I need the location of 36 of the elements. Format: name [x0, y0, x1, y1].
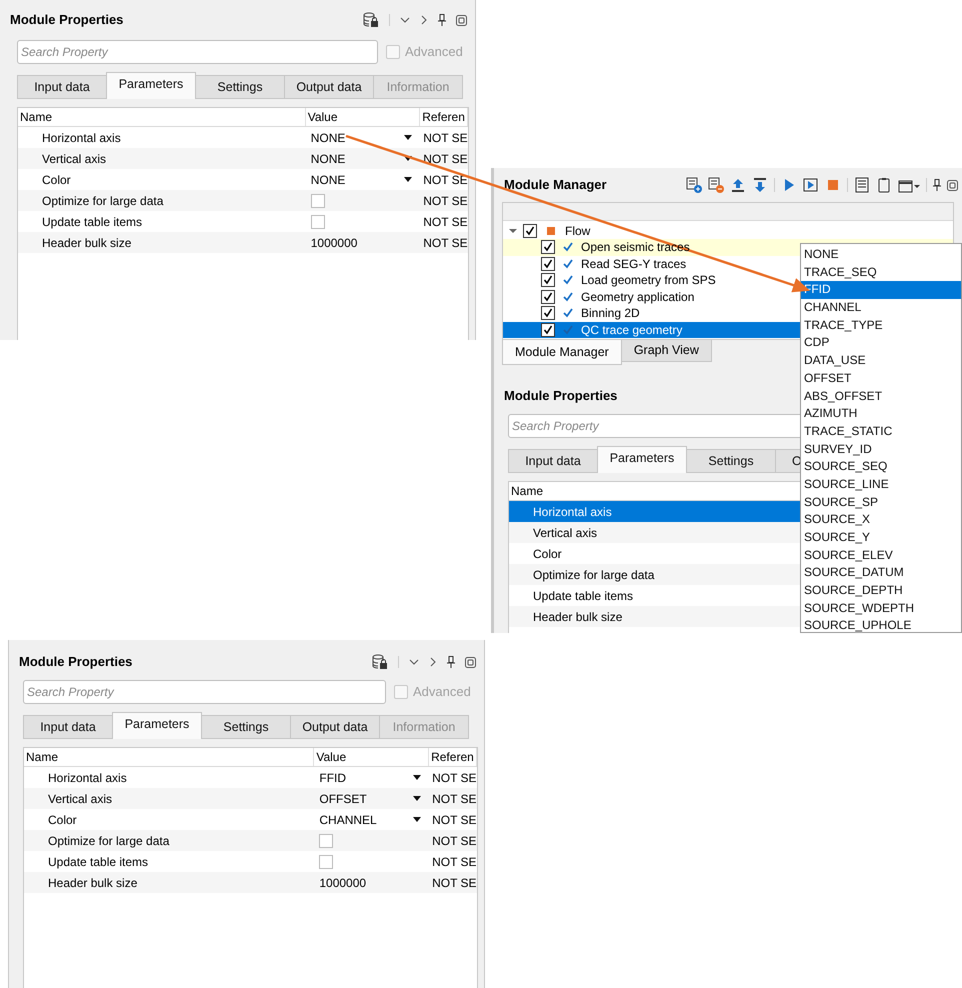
property-value: 1000000 — [310, 234, 358, 252]
property-name: Vertical axis — [42, 152, 106, 166]
panel-title: Module Manager — [504, 176, 607, 194]
property-name: Optimize for large data — [48, 834, 170, 848]
property-name: Color — [42, 172, 71, 186]
property-name: Header bulk size — [533, 610, 622, 624]
property-value: 1000000 — [319, 874, 366, 892]
property-name: Color — [48, 812, 77, 826]
reference-value: NOT SE — [432, 876, 477, 890]
property-name: Horizontal axis — [42, 130, 121, 144]
reference-value: NOT SE — [423, 194, 468, 208]
property-name: Optimize for large data — [42, 194, 164, 208]
panel-title: Module Properties — [10, 11, 124, 30]
property-name: Optimize for large data — [533, 568, 654, 582]
property-name: Horizontal axis — [533, 504, 612, 518]
reference-value: NOT SE — [423, 172, 468, 186]
reference-value: NOT SE — [432, 770, 477, 784]
panel-title: Module Properties — [19, 653, 132, 672]
property-name: Header bulk size — [42, 236, 132, 250]
reference-value: NOT SE — [423, 214, 468, 228]
property-name: Update table items — [533, 588, 634, 602]
reference-value: NOT SE — [423, 236, 468, 250]
reference-value: NOT SE — [423, 152, 468, 166]
property-name: Color — [533, 546, 562, 560]
reference-value: NOT SE — [423, 130, 468, 144]
panel-title: Module Properties — [504, 387, 618, 406]
reference-value: NOT SE — [432, 834, 477, 848]
property-name: Vertical axis — [533, 526, 598, 540]
reference-value: NOT SE — [432, 812, 477, 826]
property-name: Vertical axis — [48, 792, 112, 806]
reference-value: NOT SE — [432, 792, 477, 806]
property-name: Update table items — [48, 854, 148, 868]
property-name: Header bulk size — [48, 876, 138, 890]
property-name: Horizontal axis — [48, 770, 127, 784]
property-name: Update table items — [42, 214, 142, 228]
reference-value: NOT SE — [432, 854, 477, 868]
